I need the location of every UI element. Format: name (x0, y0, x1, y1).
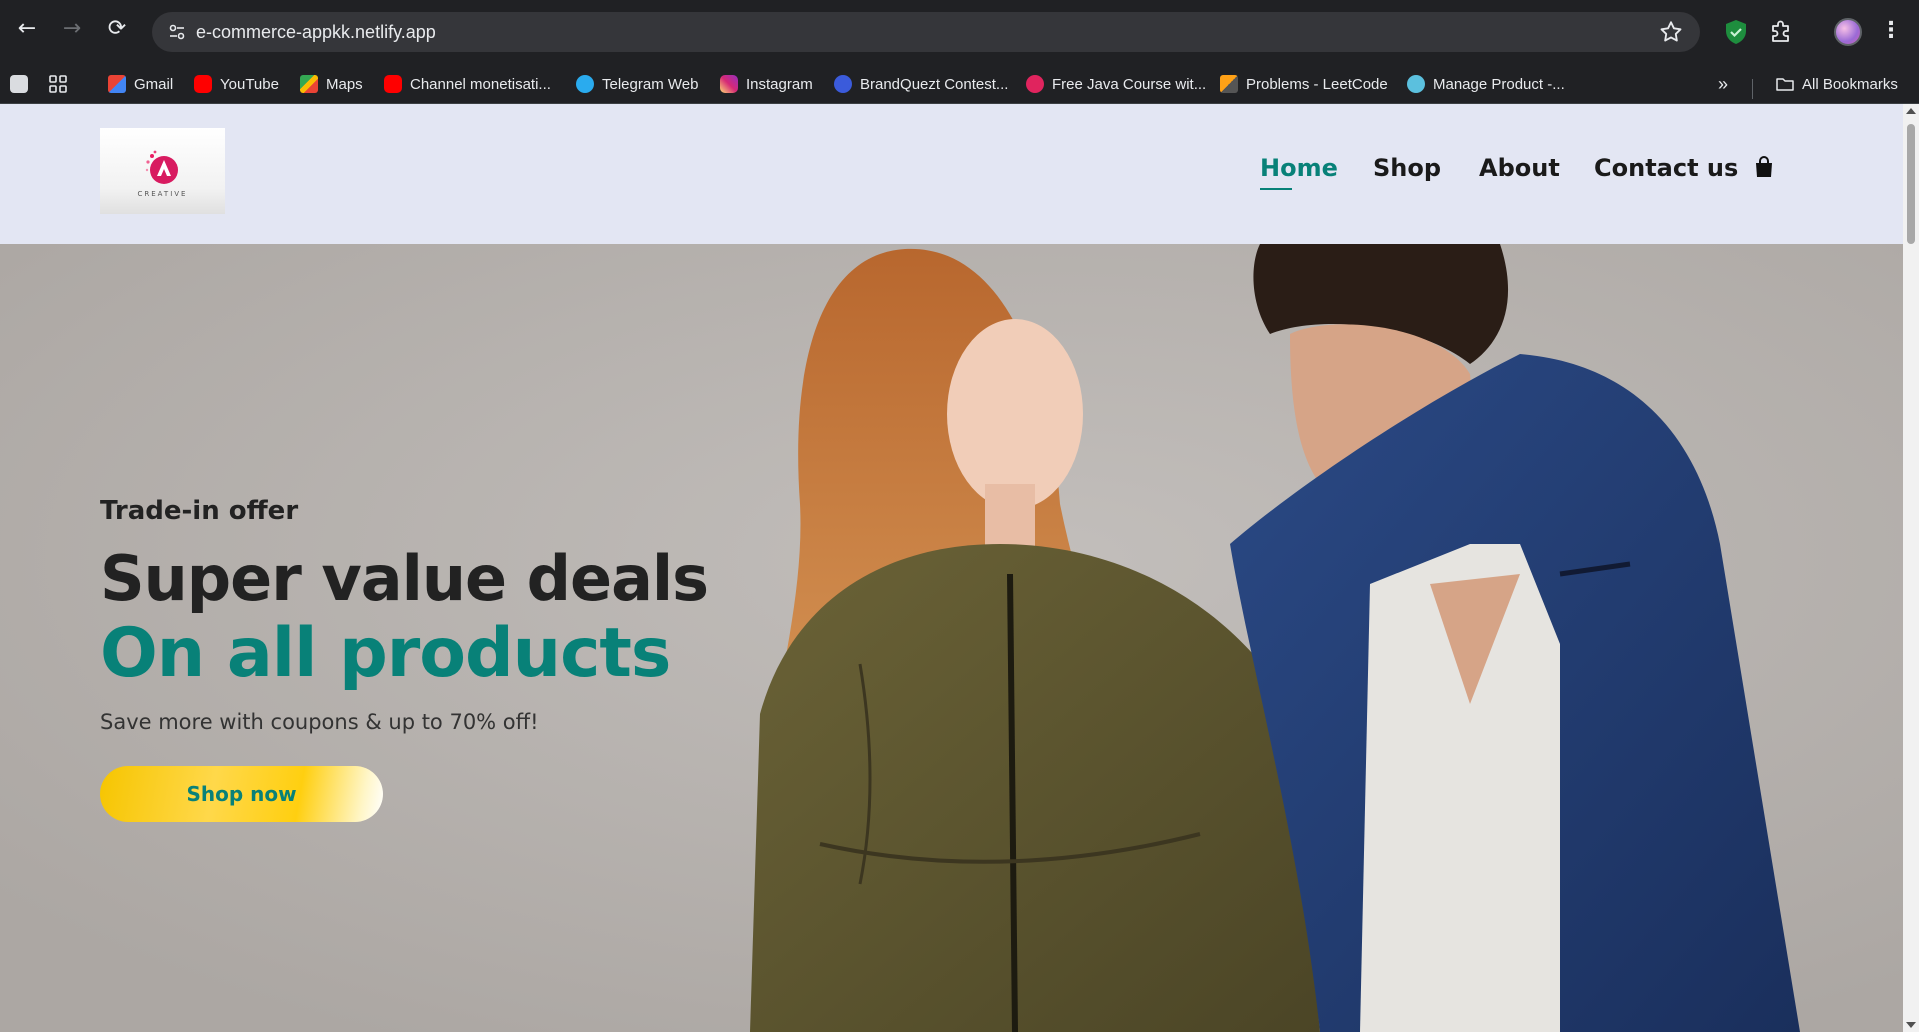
scroll-down-arrow-icon[interactable] (1906, 1022, 1916, 1028)
gmail-icon (108, 75, 126, 93)
bookmark-label: YouTube (220, 75, 279, 93)
browser-menu-icon[interactable]: ⋮ (1880, 16, 1902, 46)
bookmarks-bar: Gmail YouTube Maps Channel monetisati...… (0, 63, 1919, 104)
folder-icon (1776, 78, 1794, 91)
hero-banner: Trade-in offer Super value deals On all … (0, 244, 1903, 1032)
java-course-icon (1026, 75, 1044, 93)
logo-text: CREATIVE (137, 190, 188, 198)
profile-avatar[interactable] (1834, 18, 1862, 46)
bookmark-label: Problems - LeetCode (1246, 75, 1388, 93)
bookmark-label: Maps (326, 75, 363, 93)
hero-highlight-text: On all products (100, 614, 671, 693)
address-bar[interactable]: e-commerce-appkk.netlify.app (152, 12, 1700, 52)
bookmark-label: Channel monetisati... (410, 75, 551, 93)
nav-home[interactable]: Home (1260, 154, 1338, 182)
bookmark-label: BrandQuezt Contest... (860, 75, 1009, 93)
bookmark-java-course[interactable]: Free Java Course wit... (1026, 73, 1206, 95)
bookmarks-divider (1752, 79, 1753, 99)
hero-title: Super value deals (100, 542, 709, 615)
page-viewport: CREATIVE Home Shop About Contact us Trad… (0, 104, 1903, 1032)
shopping-bag-icon[interactable] (1754, 156, 1774, 178)
all-bookmarks-button[interactable]: All Bookmarks (1776, 73, 1898, 95)
extensions-puzzle-icon[interactable] (1768, 18, 1794, 44)
leetcode-icon (1220, 75, 1238, 93)
youtube-icon (384, 75, 402, 93)
hero-kicker-text: Trade-in offer (100, 496, 299, 526)
bookmark-gmail[interactable]: Gmail (108, 73, 173, 95)
bookmark-label: Gmail (134, 75, 174, 93)
nav-about[interactable]: About (1479, 154, 1560, 182)
bookmark-telegram[interactable]: Telegram Web (576, 73, 698, 95)
nav-contact-us[interactable]: Contact us (1594, 154, 1738, 182)
browser-toolbar: ← → ⟳ e-commerce-appkk.netlify.app ⋮ (0, 0, 1919, 63)
creative-logo-mark-icon (145, 150, 178, 184)
bookmark-label: Telegram Web (602, 75, 699, 93)
maps-icon (300, 75, 318, 93)
shop-now-button[interactable]: Shop now (100, 766, 383, 822)
site-info-icon[interactable] (166, 21, 188, 43)
telegram-icon (576, 75, 594, 93)
tab-search-icon[interactable] (10, 73, 36, 95)
bookmark-star-icon[interactable] (1658, 19, 1684, 45)
site-logo[interactable]: CREATIVE (100, 128, 225, 214)
hero-subtitle: Save more with coupons & up to 70% off! (100, 710, 539, 734)
bookmarks-overflow-chevron-icon[interactable]: » (1718, 73, 1728, 95)
scrollbar-thumb[interactable] (1907, 124, 1915, 244)
nav-active-underline (1260, 188, 1292, 190)
site-header: CREATIVE Home Shop About Contact us (0, 104, 1903, 244)
bookmark-instagram[interactable]: Instagram (720, 73, 813, 95)
bookmark-maps[interactable]: Maps (300, 73, 363, 95)
url-text[interactable]: e-commerce-appkk.netlify.app (196, 22, 436, 43)
bookmark-label: Instagram (746, 75, 813, 93)
bookmark-channel-monetisation[interactable]: Channel monetisati... (384, 73, 551, 95)
bookmark-manage-product[interactable]: Manage Product -... (1407, 73, 1565, 95)
bookmark-brandquezt[interactable]: BrandQuezt Contest... (834, 73, 1008, 95)
bookmark-youtube[interactable]: YouTube (194, 73, 279, 95)
bookmark-leetcode[interactable]: Problems - LeetCode (1220, 73, 1388, 95)
bookmark-label: Manage Product -... (1433, 75, 1565, 93)
apps-grid-icon[interactable] (48, 73, 68, 95)
forward-button[interactable]: → (57, 14, 87, 44)
page-scrollbar[interactable] (1903, 104, 1919, 1032)
shield-extension-icon[interactable] (1724, 19, 1748, 45)
back-button[interactable]: ← (12, 14, 42, 44)
reload-button[interactable]: ⟳ (102, 14, 132, 44)
bookmark-label: Free Java Course wit... (1052, 75, 1207, 93)
manage-product-icon (1407, 75, 1425, 93)
youtube-icon (194, 75, 212, 93)
brandquezt-icon (834, 75, 852, 93)
nav-shop[interactable]: Shop (1373, 154, 1441, 182)
scroll-up-arrow-icon[interactable] (1906, 108, 1916, 114)
instagram-icon (720, 75, 738, 93)
all-bookmarks-label: All Bookmarks (1802, 75, 1898, 93)
